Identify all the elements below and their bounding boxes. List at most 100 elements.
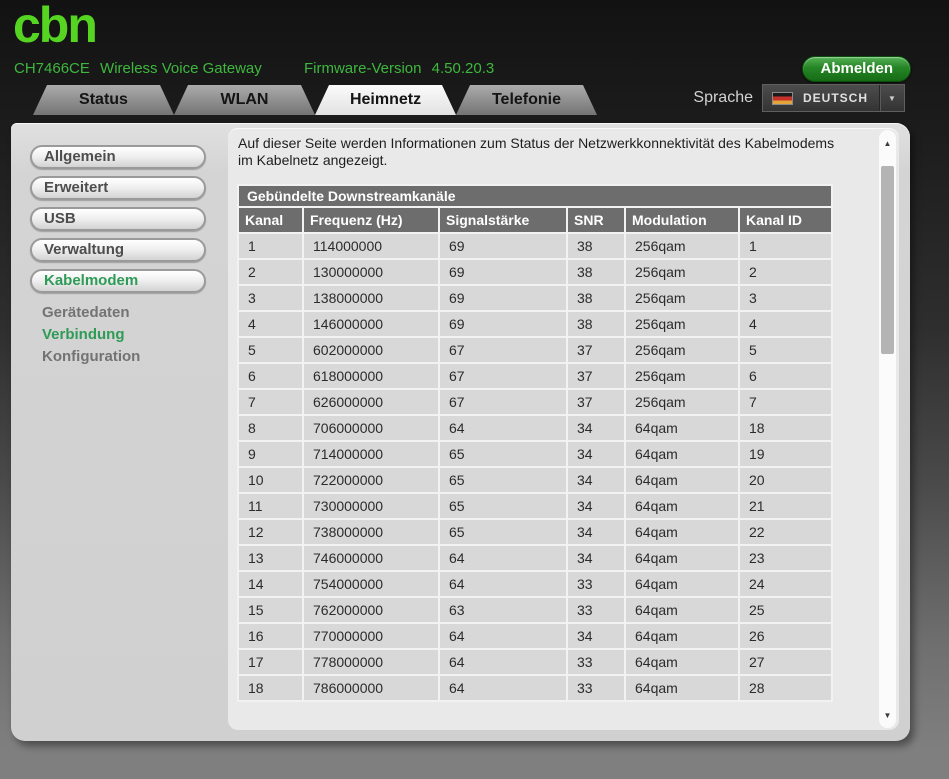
firmware-label: Firmware-Version	[303, 60, 422, 77]
table-row: 8 706000000 64 34 64qam 18	[239, 416, 831, 440]
table-row: 2 130000000 69 38 256qam 2	[239, 260, 831, 284]
table-row: 17 778000000 64 33 64qam 27	[239, 650, 831, 674]
language-selected-value: DEUTSCH	[802, 91, 868, 105]
table-cell: 21	[740, 494, 831, 518]
sidebar-item-allgemein[interactable]: Allgemein	[30, 145, 206, 169]
table-cell: 65	[440, 520, 566, 544]
triangle-up-icon: ▲	[883, 138, 892, 148]
product-name: Wireless Voice Gateway	[100, 60, 262, 77]
table-cell: 65	[440, 494, 566, 518]
tab-heimnetz[interactable]: Heimnetz	[315, 85, 456, 115]
table-cell: 1	[239, 234, 302, 258]
table-cell: 2	[740, 260, 831, 284]
table-cell: 17	[239, 650, 302, 674]
tab-label: Status	[79, 91, 128, 108]
table-cell: 706000000	[304, 416, 438, 440]
table-cell: 33	[568, 676, 624, 700]
table-row: 18 786000000 64 33 64qam 28	[239, 676, 831, 700]
table-cell: 8	[239, 416, 302, 440]
table-row: 1 114000000 69 38 256qam 1	[239, 234, 831, 258]
table-cell: 13	[239, 546, 302, 570]
language-area: Sprache DEUTSCH ▼	[693, 84, 905, 112]
table-row: 10 722000000 65 34 64qam 20	[239, 468, 831, 492]
chevron-down-icon: ▼	[888, 93, 896, 103]
table-cell: 10	[239, 468, 302, 492]
table-cell: 11	[239, 494, 302, 518]
table-column-header: SNR	[568, 208, 624, 232]
table-cell: 256qam	[626, 364, 738, 388]
sidebar-item-erweitert[interactable]: Erweitert	[30, 176, 206, 200]
table-cell: 14	[239, 572, 302, 596]
vertical-scrollbar[interactable]: ▲ ▼	[879, 130, 896, 728]
table-cell: 69	[440, 234, 566, 258]
table-cell: 64qam	[626, 624, 738, 648]
scrollbar-thumb[interactable]	[881, 166, 894, 354]
table-cell: 64	[440, 650, 566, 674]
table-cell: 64	[440, 546, 566, 570]
table-cell: 114000000	[304, 234, 438, 258]
table-cell: 730000000	[304, 494, 438, 518]
table-cell: 34	[568, 624, 624, 648]
table-cell: 67	[440, 338, 566, 362]
table-cell: 67	[440, 364, 566, 388]
subnav-item-ger-tedaten[interactable]: Gerätedaten	[42, 302, 220, 324]
table-cell: 9	[239, 442, 302, 466]
table-cell: 34	[568, 520, 624, 544]
table-cell: 26	[740, 624, 831, 648]
table-cell: 256qam	[626, 338, 738, 362]
table-row: 7 626000000 67 37 256qam 7	[239, 390, 831, 414]
table-cell: 5	[239, 338, 302, 362]
table-cell: 67	[440, 390, 566, 414]
table-column-header: Kanal	[239, 208, 302, 232]
table-cell: 64qam	[626, 416, 738, 440]
table-cell: 33	[568, 650, 624, 674]
table-cell: 64qam	[626, 676, 738, 700]
logout-button[interactable]: Abmelden	[802, 56, 911, 82]
table-cell: 7	[740, 390, 831, 414]
table-cell: 256qam	[626, 286, 738, 310]
table-cell: 69	[440, 312, 566, 336]
table-cell: 130000000	[304, 260, 438, 284]
table-cell: 37	[568, 390, 624, 414]
table-cell: 64qam	[626, 442, 738, 466]
scroll-up-button[interactable]: ▲	[879, 134, 896, 152]
table-cell: 65	[440, 468, 566, 492]
table-cell: 6	[239, 364, 302, 388]
table-cell: 3	[239, 286, 302, 310]
content-region: Auf dieser Seite werden Informationen zu…	[228, 128, 899, 730]
table-cell: 64qam	[626, 520, 738, 544]
table-cell: 3	[740, 286, 831, 310]
sidebar-item-usb[interactable]: USB	[30, 207, 206, 231]
tab-label: Heimnetz	[349, 91, 422, 108]
triangle-down-icon: ▼	[883, 710, 892, 720]
page-description: Auf dieser Seite werden Informationen zu…	[238, 135, 835, 168]
language-dropdown[interactable]: DEUTSCH ▼	[761, 84, 905, 112]
table-cell: 19	[740, 442, 831, 466]
table-cell: 34	[568, 468, 624, 492]
model-number: CH7466CE	[14, 60, 90, 77]
table-column-header: Signalstärke	[440, 208, 566, 232]
table-cell: 25	[740, 598, 831, 622]
tab-status[interactable]: Status	[33, 85, 174, 115]
tab-telefonie[interactable]: Telefonie	[456, 85, 597, 115]
table-row: 4 146000000 69 38 256qam 4	[239, 312, 831, 336]
table-cell: 7	[239, 390, 302, 414]
table-cell: 138000000	[304, 286, 438, 310]
table-row: 14 754000000 64 33 64qam 24	[239, 572, 831, 596]
table-cell: 256qam	[626, 260, 738, 284]
table-cell: 618000000	[304, 364, 438, 388]
subnav-item-konfiguration[interactable]: Konfiguration	[42, 346, 220, 368]
scroll-down-button[interactable]: ▼	[879, 706, 896, 724]
table-row: 15 762000000 63 33 64qam 25	[239, 598, 831, 622]
language-dropdown-arrow-button[interactable]: ▼	[879, 85, 904, 111]
downstream-channels-table: Gebündelte Downstreamkanäle Kanal Freque…	[237, 184, 833, 702]
table-cell: 778000000	[304, 650, 438, 674]
tab-wlan[interactable]: WLAN	[174, 85, 315, 115]
table-cell: 2	[239, 260, 302, 284]
sidebar-item-kabelmodem[interactable]: Kabelmodem	[30, 269, 206, 293]
sidebar-item-verwaltung[interactable]: Verwaltung	[30, 238, 206, 262]
table-cell: 256qam	[626, 390, 738, 414]
subnav-item-verbindung[interactable]: Verbindung	[42, 324, 220, 346]
table-cell: 4	[740, 312, 831, 336]
table-cell: 64qam	[626, 546, 738, 570]
